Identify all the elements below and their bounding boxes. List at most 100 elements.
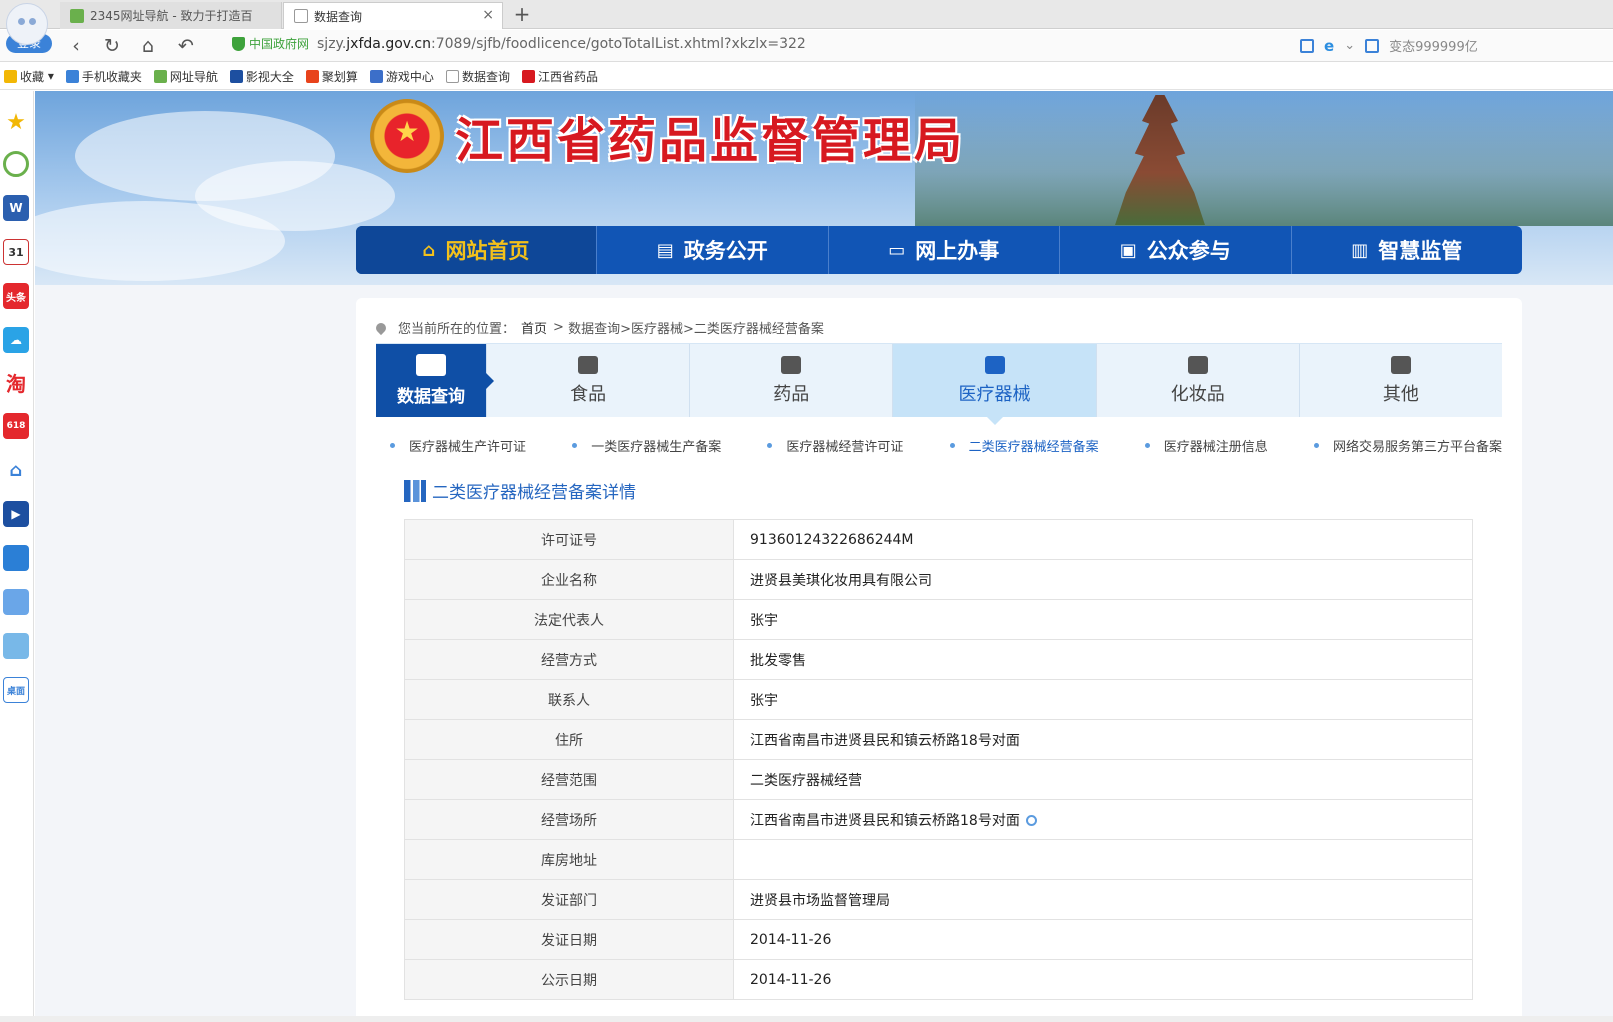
history-clock-icon[interactable] — [3, 151, 29, 177]
table-row: 发证部门 进贤县市场监督管理局 — [404, 879, 1473, 920]
field-value: 张宇 — [733, 679, 1473, 720]
2345-favicon-icon — [70, 8, 84, 23]
bookmark-juhuasuan[interactable]: 聚划算 — [305, 68, 358, 85]
status-text[interactable]: 变态999999亿 — [1389, 36, 1478, 55]
gamepad-icon[interactable]: ⌂ — [3, 457, 29, 483]
field-value — [733, 839, 1473, 880]
game-icon — [369, 69, 383, 83]
grid-icon — [1390, 355, 1411, 374]
taobao-icon[interactable]: 淘 — [3, 369, 29, 396]
bookmark-bar: 收藏 ▾ 手机收藏夹 网址导航 影视大全 聚划算 游戏中心 数据查询 江西省药品 — [0, 63, 1613, 90]
browser-logo-icon[interactable] — [6, 3, 48, 45]
video-icon[interactable]: ▶ — [3, 501, 29, 527]
details-table: 许可证号 91360124322686244M 企业名称 进贤县美琪化妆用具有限公司法… — [404, 519, 1473, 1000]
field-label: 发证日期 — [404, 919, 734, 960]
image-icon[interactable] — [1365, 38, 1380, 53]
bookmark-data-query[interactable]: 数据查询 — [445, 68, 510, 85]
toutiao-icon[interactable]: 头条 — [3, 283, 29, 309]
food-bowl-icon — [578, 355, 599, 374]
field-label: 许可证号 — [404, 519, 734, 560]
nav-home[interactable]: ⌂ 网站首页 — [356, 226, 597, 274]
favorites-star-icon[interactable]: ★ — [3, 109, 29, 135]
dropdown-icon[interactable]: ⌄ — [1344, 38, 1355, 53]
table-row: 企业名称 进贤县美琪化妆用具有限公司 — [404, 559, 1473, 600]
qr-code-icon[interactable] — [1300, 38, 1314, 53]
field-value-text: 91360124322686244M — [750, 531, 914, 548]
refresh-icon[interactable]: ↻ — [100, 34, 124, 58]
subtab-business-license[interactable]: 医疗器械经营许可证 — [753, 436, 903, 455]
category-tabs: 数据查询 食品 药品 医疗器械 化妆品 其他 — [376, 343, 1502, 425]
site-title: 江西省药品监督管理局 — [455, 113, 966, 169]
tab-data-query[interactable]: 数据查询 — [376, 344, 494, 417]
home-icon[interactable]: ⌂ — [136, 34, 160, 58]
back-icon[interactable]: ‹ — [64, 34, 88, 58]
subtab-registration[interactable]: 医疗器械注册信息 — [1131, 436, 1268, 455]
page-icon — [445, 69, 459, 83]
return-desktop-icon[interactable]: 桌面 — [3, 677, 29, 703]
bookmark-games[interactable]: 游戏中心 — [369, 68, 434, 85]
field-value-text: 张宇 — [750, 612, 778, 629]
calculator-icon[interactable] — [3, 589, 29, 615]
ie-mode-icon[interactable]: e — [1324, 37, 1334, 55]
field-label: 经营范围 — [404, 759, 734, 800]
field-value: 批发零售 — [733, 639, 1473, 680]
breadcrumb-home-link[interactable]: 首页 — [521, 318, 547, 337]
home-icon: ⌂ — [422, 239, 436, 261]
data-query-icon — [416, 354, 446, 376]
table-row: 住所 江西省南昌市进贤县民和镇云桥路18号对面 — [404, 719, 1473, 760]
breadcrumb: 您当前所在的位置： 首页 > 数据查询>医疗器械>二类医疗器械经营备案 — [373, 318, 824, 337]
url-field[interactable]: 中国政府网 sjzy. jxfda.gov.cn:7089/sjfb/foodli… — [232, 35, 806, 52]
subtab-class2-business[interactable]: 二类医疗器械经营备案 — [936, 436, 1099, 455]
url-prefix: sjzy. — [317, 35, 347, 52]
notepad-icon[interactable] — [3, 633, 29, 659]
field-value: 进贤县美琪化妆用具有限公司 — [733, 559, 1473, 600]
chat-icon: ▣ — [1119, 239, 1137, 261]
field-value: 进贤县市场监督管理局 — [733, 879, 1473, 920]
field-label: 联系人 — [404, 679, 734, 720]
close-tab-icon[interactable]: × — [482, 7, 494, 23]
tab-food[interactable]: 食品 — [487, 344, 691, 417]
2345-icon — [153, 69, 167, 83]
field-value: 91360124322686244M — [733, 519, 1473, 560]
bookmark-favorites[interactable]: 收藏 ▾ — [4, 68, 54, 85]
field-value: 2014-11-26 — [733, 919, 1473, 960]
table-row: 许可证号 91360124322686244M — [404, 519, 1473, 560]
phone-icon — [65, 69, 79, 83]
nav-online-services[interactable]: ▭ 网上办事 — [829, 226, 1060, 274]
weather-icon[interactable]: ☁ — [3, 327, 29, 353]
browser-tab-2345[interactable]: 2345网址导航 - 致力于打造百 — [60, 2, 282, 29]
bookmark-jx-drug[interactable]: 江西省药品 — [521, 68, 598, 85]
nav-smart-supervision[interactable]: ▥ 智慧监管 — [1292, 226, 1523, 274]
map-location-icon[interactable] — [1025, 815, 1037, 826]
nav-gov-affairs[interactable]: ▤ 政务公开 — [597, 226, 829, 274]
subtab-third-party-platform[interactable]: 网络交易服务第三方平台备案 — [1300, 436, 1502, 455]
field-label: 企业名称 — [404, 559, 734, 600]
new-tab-button[interactable]: + — [510, 2, 534, 28]
tab-others[interactable]: 其他 — [1300, 344, 1502, 417]
bookmark-nav[interactable]: 网址导航 — [153, 68, 218, 85]
618-icon[interactable]: 618 — [3, 413, 29, 439]
tab-cosmetics[interactable]: 化妆品 — [1097, 344, 1300, 417]
nav-public-participation[interactable]: ▣ 公众参与 — [1060, 226, 1292, 274]
calendar-icon[interactable]: 31 — [3, 239, 29, 265]
field-value-text: 进贤县市场监督管理局 — [750, 892, 890, 909]
subtab-class1-production[interactable]: 一类医疗器械生产备案 — [558, 436, 721, 455]
cloud-decoration — [35, 201, 285, 281]
undo-icon[interactable]: ↶ — [174, 34, 198, 58]
bookmark-mobile[interactable]: 手机收藏夹 — [65, 68, 142, 85]
bookmark-video[interactable]: 影视大全 — [229, 68, 294, 85]
url-rest: :7089/sjfb/foodlicence/gotoTotalList.xht… — [431, 35, 806, 52]
browser-sidebar: ★ W 31 头条 ☁ 淘 618 ⌂ ▶ 桌面 — [0, 91, 34, 1022]
field-value: 2014-11-26 — [733, 959, 1473, 1000]
tab-drugs[interactable]: 药品 — [690, 344, 894, 417]
tab-medical-devices[interactable]: 医疗器械 — [893, 344, 1097, 425]
word-icon[interactable]: W — [3, 195, 29, 221]
subtab-production-license[interactable]: 医疗器械生产许可证 — [376, 436, 526, 455]
address-right-tools: e ⌄ 变态999999亿 — [1300, 36, 1478, 55]
field-value-text: 张宇 — [750, 692, 778, 709]
table-row: 法定代表人 张宇 — [404, 599, 1473, 640]
browser-tab-data-query[interactable]: 数据查询 × — [283, 2, 503, 29]
cosmetics-icon — [1187, 355, 1208, 374]
desktop-icon[interactable] — [3, 545, 29, 571]
table-row: 经营场所 江西省南昌市进贤县民和镇云桥路18号对面 — [404, 799, 1473, 840]
